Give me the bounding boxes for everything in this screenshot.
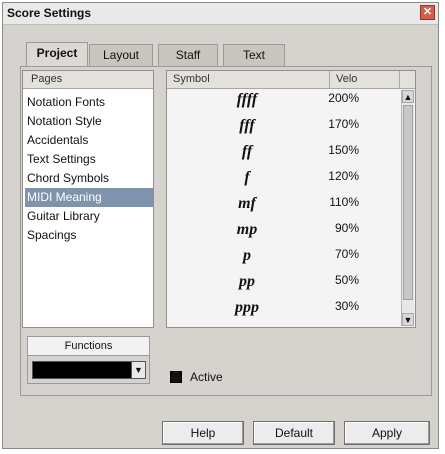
dynamic-symbol: ff (241, 143, 253, 160)
velocity-value: 50% (334, 273, 359, 287)
velocity-value: 170% (328, 117, 359, 131)
active-label: Active (190, 370, 223, 384)
page-item-spacings[interactable]: Spacings (25, 226, 153, 245)
scroll-thumb[interactable] (403, 105, 413, 300)
table-row[interactable]: mf 110% (167, 195, 407, 221)
velocity-value: 150% (328, 143, 359, 157)
table-row[interactable]: ffff 200% (167, 91, 407, 117)
dynamic-symbol: mf (238, 195, 256, 212)
page-item-accidentals[interactable]: Accidentals (25, 131, 153, 150)
functions-dropdown[interactable]: ▼ (32, 361, 146, 379)
default-button[interactable]: Default (253, 421, 335, 445)
page-item-notation-style[interactable]: Notation Style (25, 112, 153, 131)
dynamic-symbol: fff (239, 117, 255, 134)
apply-button[interactable]: Apply (344, 421, 430, 445)
close-icon[interactable]: ✕ (420, 5, 435, 20)
tab-project[interactable]: Project (26, 42, 88, 66)
scroll-down-icon[interactable]: ▼ (402, 313, 414, 326)
page-item-midi-meaning[interactable]: MIDI Meaning (25, 188, 153, 207)
dynamic-symbol: pp (239, 273, 255, 290)
table-row[interactable]: ppp 30% (167, 299, 407, 325)
dynamic-symbol: mp (236, 221, 258, 238)
dialog-title: Score Settings (7, 6, 92, 20)
velocity-value: 70% (334, 247, 359, 261)
functions-label: Functions (28, 337, 149, 356)
table-row[interactable]: mp 90% (167, 221, 407, 247)
tab-text[interactable]: Text (223, 44, 285, 66)
active-checkbox[interactable] (170, 371, 182, 383)
help-button[interactable]: Help (162, 421, 244, 445)
table-row[interactable]: ff 150% (167, 143, 407, 169)
symbol-velocity-table: Symbol Velo ffff 200% fff 170% ff 150% f… (166, 70, 416, 328)
velocity-value: 110% (329, 195, 359, 209)
table-row[interactable]: fff 170% (167, 117, 407, 143)
pages-list: Pages Notation Fonts Notation Style Acci… (22, 70, 154, 328)
page-item-notation-fonts[interactable]: Notation Fonts (25, 93, 153, 112)
page-item-text-settings[interactable]: Text Settings (25, 150, 153, 169)
velo-column-header[interactable]: Velo (330, 71, 400, 89)
table-row[interactable]: f 120% (167, 169, 407, 195)
velocity-value: 90% (334, 221, 359, 235)
dynamic-symbol: ffff (236, 91, 258, 108)
tab-staff[interactable]: Staff (158, 44, 218, 66)
symbol-column-header[interactable]: Symbol (167, 71, 330, 89)
table-row[interactable]: pp 50% (167, 273, 407, 299)
velocity-value: 30% (334, 299, 359, 313)
tab-layout[interactable]: Layout (89, 44, 153, 66)
pages-header: Pages (23, 71, 153, 89)
scroll-up-icon[interactable]: ▲ (402, 90, 414, 103)
velocity-value: 120% (328, 169, 359, 183)
velocity-value: 200% (328, 91, 359, 105)
chevron-down-icon[interactable]: ▼ (131, 362, 145, 378)
dynamic-symbol: p (243, 247, 251, 264)
dynamic-symbol: ppp (235, 299, 259, 316)
functions-group: Functions ▼ (27, 336, 150, 384)
dynamic-symbol: f (244, 169, 250, 186)
title-bar: Score Settings ✕ (3, 3, 438, 25)
table-scrollbar[interactable]: ▲ ▼ (401, 90, 414, 326)
table-row[interactable]: p 70% (167, 247, 407, 273)
header-filler (400, 71, 415, 89)
page-item-guitar-library[interactable]: Guitar Library (25, 207, 153, 226)
page-item-chord-symbols[interactable]: Chord Symbols (25, 169, 153, 188)
